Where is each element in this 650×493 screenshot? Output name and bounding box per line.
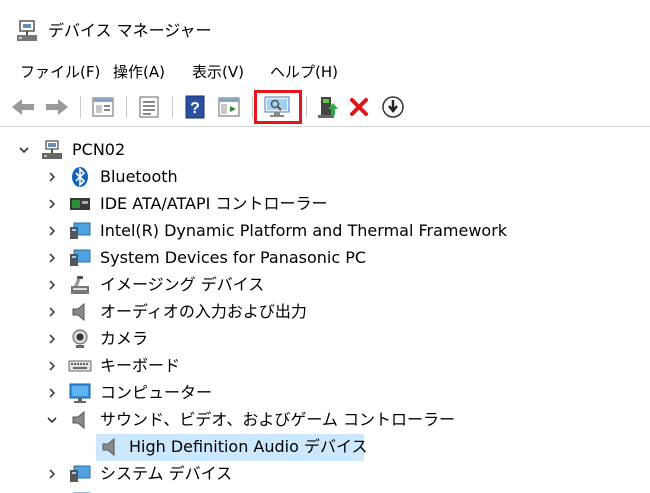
tree-item-intel-dptf[interactable]: Intel(R) Dynamic Platform and Thermal Fr… — [0, 218, 650, 245]
tree-item-system-devices[interactable]: システム デバイス — [0, 461, 650, 488]
speaker-icon — [98, 436, 122, 458]
chevron-right-icon[interactable] — [46, 303, 58, 321]
tree-item-sound-video-game[interactable]: サウンド、ビデオ、およびゲーム コントローラー — [0, 407, 650, 434]
tree-item-label: キーボード — [100, 356, 181, 375]
tree-item-label: イメージング デバイス — [100, 275, 265, 294]
tree-item-keyboard[interactable]: キーボード — [0, 353, 650, 380]
bluetooth-icon — [68, 166, 92, 188]
tree-item-label: System Devices for Panasonic PC — [100, 248, 367, 267]
chevron-right-icon[interactable] — [46, 465, 58, 483]
chevron-right-icon[interactable] — [46, 222, 58, 240]
tree-item-label: IDE ATA/ATAPI コントローラー — [100, 194, 328, 213]
system-device-icon — [68, 220, 92, 242]
uninstall-device-icon[interactable] — [344, 92, 374, 122]
toolbar: ? — [0, 88, 650, 126]
system-device-icon — [68, 463, 92, 485]
menu-file[interactable]: ファイル(F) — [18, 60, 102, 84]
chevron-right-icon[interactable] — [46, 168, 58, 186]
chevron-right-icon[interactable] — [46, 276, 58, 294]
tree-item-imaging-devices[interactable]: イメージング デバイス — [0, 272, 650, 299]
chevron-down-icon[interactable] — [18, 141, 30, 159]
tree-item-label: システム デバイス — [100, 464, 233, 483]
imaging-device-icon — [68, 274, 92, 296]
update-driver-icon[interactable] — [312, 92, 342, 122]
tree-item-label: Bluetooth — [100, 167, 178, 186]
menu-action[interactable]: 操作(A) — [111, 60, 167, 84]
menu-help[interactable]: ヘルプ(H) — [268, 60, 340, 84]
tree-item-bluetooth[interactable]: Bluetooth — [0, 164, 650, 191]
chevron-right-icon[interactable] — [46, 249, 58, 267]
tree-item-label: サウンド、ビデオ、およびゲーム コントローラー — [100, 410, 456, 429]
help-icon[interactable]: ? — [180, 92, 210, 122]
system-device-icon — [68, 247, 92, 269]
device-manager-icon — [16, 20, 38, 42]
tree-item-label: コンピューター — [100, 383, 213, 402]
webcam-icon — [68, 328, 92, 350]
window-title: デバイス マネージャー — [48, 21, 212, 40]
chevron-right-icon[interactable] — [46, 195, 58, 213]
chevron-right-icon[interactable] — [46, 384, 58, 402]
tree-item-camera[interactable]: カメラ — [0, 326, 650, 353]
tree-item-audio-io[interactable]: オーディオの入力および出力 — [0, 299, 650, 326]
chevron-right-icon[interactable] — [46, 357, 58, 375]
device-tree: PCN02 Bluetooth IDE ATA/ATAPI コントローラー In… — [0, 126, 650, 493]
ide-controller-icon — [68, 193, 92, 215]
device-list-icon[interactable] — [134, 92, 164, 122]
speaker-icon — [68, 409, 92, 431]
chevron-right-icon[interactable] — [46, 330, 58, 348]
disable-device-icon[interactable] — [378, 92, 408, 122]
tree-item-label: オーディオの入力および出力 — [100, 302, 307, 321]
tree-item-label: Intel(R) Dynamic Platform and Thermal Fr… — [100, 221, 508, 240]
tree-item-panasonic-system-devices[interactable]: System Devices for Panasonic PC — [0, 245, 650, 272]
svg-text:?: ? — [190, 100, 200, 117]
title-bar: デバイス マネージャー — [0, 0, 650, 56]
highlight-rectangle — [254, 90, 302, 124]
chevron-down-icon[interactable] — [46, 411, 58, 429]
computer-network-icon — [40, 139, 64, 161]
show-hide-console-tree-icon[interactable] — [214, 92, 244, 122]
menu-view[interactable]: 表示(V) — [190, 60, 246, 84]
keyboard-icon — [68, 355, 92, 377]
speaker-icon — [68, 301, 92, 323]
tree-item-partial[interactable] — [0, 488, 650, 493]
properties-window-icon[interactable] — [88, 92, 118, 122]
tree-item-ide-controller[interactable]: IDE ATA/ATAPI コントローラー — [0, 191, 650, 218]
tree-root-label: PCN02 — [72, 140, 126, 159]
tree-root-pcn02[interactable]: PCN02 — [0, 137, 650, 164]
tree-item-label: カメラ — [100, 329, 149, 348]
monitor-icon — [68, 382, 92, 404]
forward-arrow-icon[interactable] — [42, 92, 72, 122]
back-arrow-icon[interactable] — [8, 92, 38, 122]
menu-bar: ファイル(F) 操作(A) 表示(V) ヘルプ(H) — [0, 58, 650, 88]
tree-item-computer[interactable]: コンピューター — [0, 380, 650, 407]
tree-item-label: High Definition Audio デバイス — [129, 437, 368, 456]
tree-item-hd-audio-device[interactable]: High Definition Audio デバイス — [0, 434, 650, 461]
